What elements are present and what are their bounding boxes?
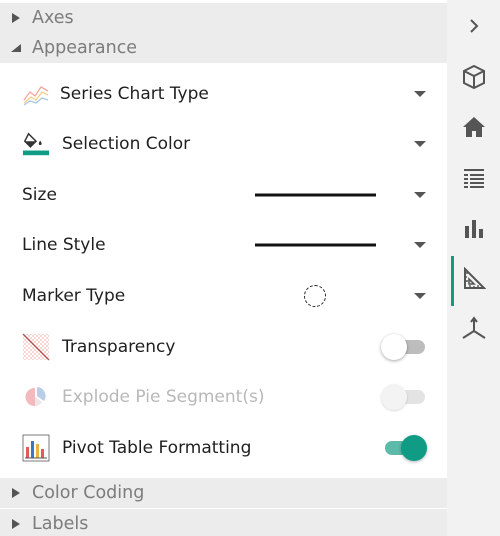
cube-icon bbox=[461, 64, 487, 94]
rail-list-button[interactable] bbox=[447, 155, 500, 205]
home-icon bbox=[462, 116, 486, 142]
section-appearance-label: Appearance bbox=[32, 38, 138, 58]
explode-pie-label: Explode Pie Segment(s) bbox=[62, 387, 265, 407]
size-label: Size bbox=[22, 185, 57, 205]
size-sample bbox=[255, 193, 376, 197]
axes-3d-icon bbox=[460, 316, 488, 346]
properties-panel: Axes Appearance Series Chart Type Select… bbox=[0, 0, 447, 536]
line-style-sample bbox=[255, 243, 376, 247]
toggle-knob bbox=[381, 334, 407, 360]
series-chart-type-row[interactable]: Series Chart Type bbox=[0, 69, 447, 119]
pivot-table-formatting-toggle[interactable] bbox=[381, 435, 427, 461]
explode-pie-row: Explode Pie Segment(s) bbox=[0, 372, 447, 422]
series-chart-type-label: Series Chart Type bbox=[60, 84, 209, 104]
section-labels-header[interactable]: Labels bbox=[0, 509, 447, 536]
ruler-triangle-icon bbox=[462, 266, 486, 295]
section-axes-label: Axes bbox=[32, 8, 74, 28]
line-style-label: Line Style bbox=[22, 235, 106, 255]
transparency-row: Transparency bbox=[0, 322, 447, 372]
rail-cube-button[interactable] bbox=[447, 54, 500, 104]
caret-right-icon bbox=[0, 488, 32, 498]
size-dropdown[interactable] bbox=[414, 192, 426, 198]
toggle-knob bbox=[401, 435, 427, 461]
section-color-coding-label: Color Coding bbox=[32, 483, 145, 503]
size-row[interactable]: Size bbox=[0, 170, 447, 220]
side-rail bbox=[447, 0, 500, 536]
toggle-knob bbox=[381, 384, 407, 410]
rail-ruler-button[interactable] bbox=[447, 256, 500, 306]
rail-home-button[interactable] bbox=[447, 104, 500, 154]
paint-bucket-icon bbox=[22, 130, 50, 158]
selection-color-row[interactable]: Selection Color bbox=[0, 119, 447, 169]
pivot-table-icon bbox=[22, 434, 50, 462]
caret-right-icon bbox=[0, 13, 32, 23]
section-axes-header[interactable]: Axes bbox=[0, 3, 447, 33]
series-chart-type-dropdown[interactable] bbox=[414, 91, 426, 97]
line-chart-icon bbox=[22, 80, 50, 108]
selection-color-dropdown[interactable] bbox=[414, 141, 426, 147]
caret-right-icon bbox=[0, 519, 32, 529]
list-icon bbox=[463, 167, 485, 193]
transparency-label: Transparency bbox=[62, 337, 176, 357]
marker-type-row[interactable]: Marker Type bbox=[0, 271, 447, 321]
pie-icon bbox=[22, 383, 50, 411]
rail-bar-chart-button[interactable] bbox=[447, 205, 500, 255]
line-style-dropdown[interactable] bbox=[414, 242, 426, 248]
pivot-table-formatting-label: Pivot Table Formatting bbox=[62, 438, 252, 458]
pivot-table-formatting-row: Pivot Table Formatting bbox=[0, 423, 447, 473]
caret-down-icon bbox=[0, 44, 32, 52]
marker-type-dropdown[interactable] bbox=[414, 293, 426, 299]
bar-chart-icon bbox=[463, 217, 485, 243]
rail-axes-button[interactable] bbox=[447, 306, 500, 356]
transparency-icon bbox=[22, 333, 50, 361]
collapse-button[interactable] bbox=[447, 3, 500, 53]
marker-type-label: Marker Type bbox=[22, 286, 126, 306]
rail-active-indicator bbox=[451, 256, 454, 306]
section-color-coding-header[interactable]: Color Coding bbox=[0, 478, 447, 508]
selection-color-label: Selection Color bbox=[62, 134, 191, 154]
transparency-toggle[interactable] bbox=[381, 334, 427, 360]
line-style-row[interactable]: Line Style bbox=[0, 220, 447, 270]
section-labels-label: Labels bbox=[32, 514, 89, 534]
section-appearance-header[interactable]: Appearance bbox=[0, 33, 447, 63]
marker-sample bbox=[304, 285, 326, 307]
explode-pie-toggle[interactable] bbox=[381, 384, 427, 410]
chevron-right-icon bbox=[467, 18, 481, 38]
